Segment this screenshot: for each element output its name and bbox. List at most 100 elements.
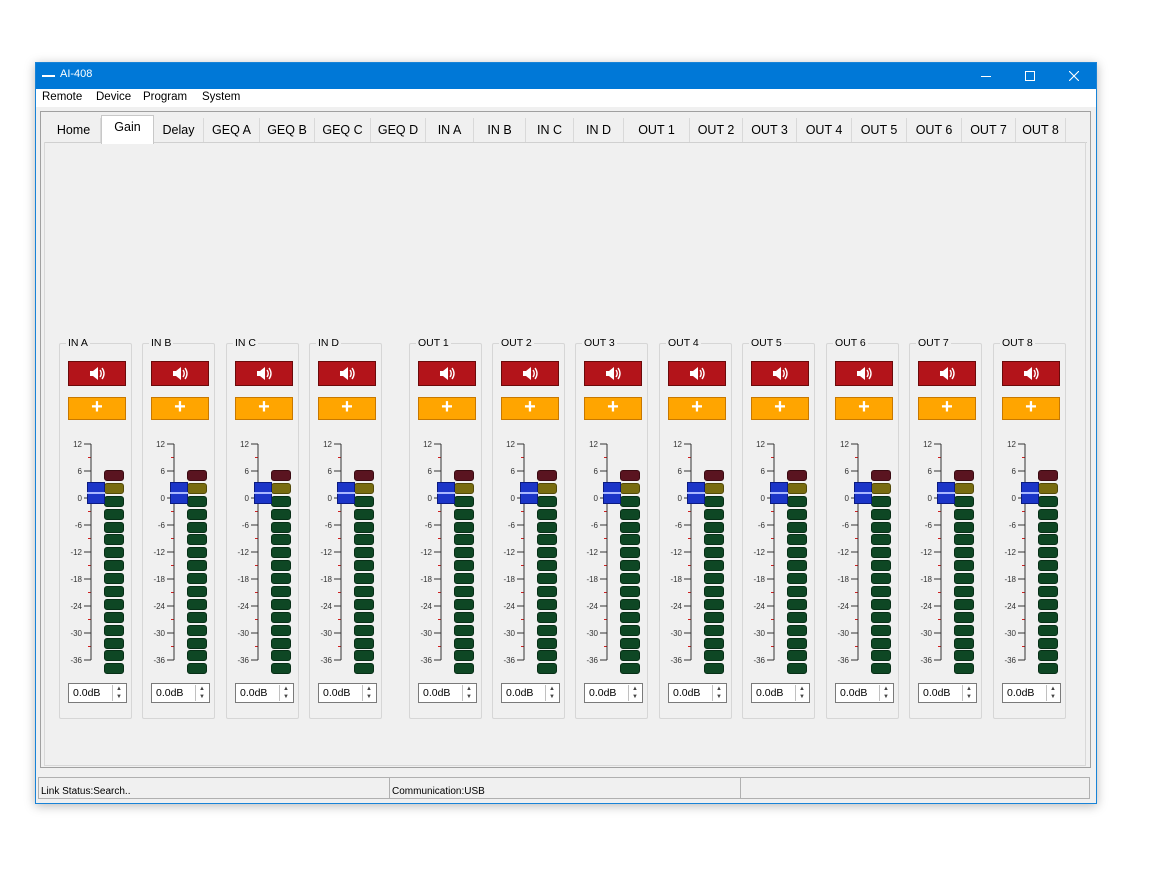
gain-fader-handle[interactable] [687, 482, 705, 504]
minimize-button[interactable] [964, 63, 1008, 89]
add-button[interactable]: + [501, 397, 559, 420]
gain-fader-handle[interactable] [520, 482, 538, 504]
mute-button[interactable] [668, 361, 726, 386]
add-button[interactable]: + [751, 397, 809, 420]
spin-up-icon[interactable]: ▲ [113, 685, 125, 693]
gain-input[interactable]: 0.0dB ▲ ▼ [318, 683, 377, 703]
spin-up-icon[interactable]: ▲ [629, 685, 641, 693]
add-button[interactable]: + [418, 397, 476, 420]
gain-input[interactable]: 0.0dB ▲ ▼ [235, 683, 294, 703]
spin-down-icon[interactable]: ▼ [196, 693, 208, 701]
spin-down-icon[interactable]: ▼ [796, 693, 808, 701]
tab-out-6[interactable]: OUT 6 [907, 118, 962, 142]
tab-geq-b[interactable]: GEQ B [260, 118, 315, 142]
spin-up-icon[interactable]: ▲ [713, 685, 725, 693]
title-bar[interactable]: AI-408 [36, 63, 1096, 89]
gain-spinner[interactable]: ▲ ▼ [1046, 685, 1059, 701]
tab-geq-d[interactable]: GEQ D [371, 118, 426, 142]
menu-device[interactable]: Device [96, 91, 131, 103]
mute-button[interactable] [68, 361, 126, 386]
add-button[interactable]: + [151, 397, 209, 420]
mute-button[interactable] [235, 361, 293, 386]
tab-out-1[interactable]: OUT 1 [624, 118, 690, 142]
gain-input[interactable]: 0.0dB ▲ ▼ [418, 683, 477, 703]
spin-up-icon[interactable]: ▲ [880, 685, 892, 693]
add-button[interactable]: + [318, 397, 376, 420]
tab-out-2[interactable]: OUT 2 [690, 118, 743, 142]
tab-in-a[interactable]: IN A [426, 118, 474, 142]
gain-fader-handle[interactable] [603, 482, 621, 504]
tab-in-b[interactable]: IN B [474, 118, 526, 142]
mute-button[interactable] [751, 361, 809, 386]
mute-button[interactable] [1002, 361, 1060, 386]
gain-fader-handle[interactable] [170, 482, 188, 504]
spin-down-icon[interactable]: ▼ [713, 693, 725, 701]
spin-up-icon[interactable]: ▲ [280, 685, 292, 693]
spin-up-icon[interactable]: ▲ [963, 685, 975, 693]
tab-out-8[interactable]: OUT 8 [1016, 118, 1066, 142]
gain-fader-handle[interactable] [770, 482, 788, 504]
gain-input[interactable]: 0.0dB ▲ ▼ [68, 683, 127, 703]
gain-spinner[interactable]: ▲ ▼ [462, 685, 475, 701]
mute-button[interactable] [151, 361, 209, 386]
gain-fader-handle[interactable] [854, 482, 872, 504]
tab-in-d[interactable]: IN D [574, 118, 624, 142]
spin-down-icon[interactable]: ▼ [463, 693, 475, 701]
gain-input[interactable]: 0.0dB ▲ ▼ [501, 683, 560, 703]
gain-spinner[interactable]: ▲ ▼ [628, 685, 641, 701]
gain-input[interactable]: 0.0dB ▲ ▼ [1002, 683, 1061, 703]
add-button[interactable]: + [68, 397, 126, 420]
tab-out-3[interactable]: OUT 3 [743, 118, 797, 142]
add-button[interactable]: + [1002, 397, 1060, 420]
gain-spinner[interactable]: ▲ ▼ [962, 685, 975, 701]
mute-button[interactable] [584, 361, 642, 386]
add-button[interactable]: + [668, 397, 726, 420]
mute-button[interactable] [318, 361, 376, 386]
gain-fader-handle[interactable] [437, 482, 455, 504]
gain-input[interactable]: 0.0dB ▲ ▼ [751, 683, 810, 703]
mute-button[interactable] [835, 361, 893, 386]
gain-fader-handle[interactable] [337, 482, 355, 504]
gain-fader-handle[interactable] [254, 482, 272, 504]
gain-input[interactable]: 0.0dB ▲ ▼ [918, 683, 977, 703]
menu-system[interactable]: System [202, 91, 240, 103]
spin-up-icon[interactable]: ▲ [363, 685, 375, 693]
spin-down-icon[interactable]: ▼ [1047, 693, 1059, 701]
spin-up-icon[interactable]: ▲ [546, 685, 558, 693]
add-button[interactable]: + [584, 397, 642, 420]
spin-down-icon[interactable]: ▼ [113, 693, 125, 701]
gain-input[interactable]: 0.0dB ▲ ▼ [584, 683, 643, 703]
close-button[interactable] [1052, 63, 1096, 89]
spin-up-icon[interactable]: ▲ [463, 685, 475, 693]
spin-down-icon[interactable]: ▼ [280, 693, 292, 701]
spin-up-icon[interactable]: ▲ [196, 685, 208, 693]
gain-input[interactable]: 0.0dB ▲ ▼ [835, 683, 894, 703]
tab-in-c[interactable]: IN C [526, 118, 574, 142]
spin-up-icon[interactable]: ▲ [796, 685, 808, 693]
tab-geq-c[interactable]: GEQ C [315, 118, 371, 142]
tab-gain[interactable]: Gain [101, 115, 154, 144]
gain-spinner[interactable]: ▲ ▼ [545, 685, 558, 701]
gain-spinner[interactable]: ▲ ▼ [279, 685, 292, 701]
menu-program[interactable]: Program [143, 91, 187, 103]
gain-input[interactable]: 0.0dB ▲ ▼ [151, 683, 210, 703]
gain-input[interactable]: 0.0dB ▲ ▼ [668, 683, 727, 703]
gain-spinner[interactable]: ▲ ▼ [795, 685, 808, 701]
tab-out-7[interactable]: OUT 7 [962, 118, 1016, 142]
spin-up-icon[interactable]: ▲ [1047, 685, 1059, 693]
spin-down-icon[interactable]: ▼ [363, 693, 375, 701]
add-button[interactable]: + [918, 397, 976, 420]
gain-spinner[interactable]: ▲ ▼ [879, 685, 892, 701]
maximize-button[interactable] [1008, 63, 1052, 89]
tab-geq-a[interactable]: GEQ A [204, 118, 260, 142]
add-button[interactable]: + [235, 397, 293, 420]
mute-button[interactable] [418, 361, 476, 386]
tab-out-4[interactable]: OUT 4 [797, 118, 852, 142]
gain-spinner[interactable]: ▲ ▼ [112, 685, 125, 701]
gain-fader-handle[interactable] [937, 482, 955, 504]
gain-fader-handle[interactable] [87, 482, 105, 504]
menu-remote[interactable]: Remote [42, 91, 82, 103]
spin-down-icon[interactable]: ▼ [880, 693, 892, 701]
tab-out-5[interactable]: OUT 5 [852, 118, 907, 142]
gain-fader-handle[interactable] [1021, 482, 1039, 504]
